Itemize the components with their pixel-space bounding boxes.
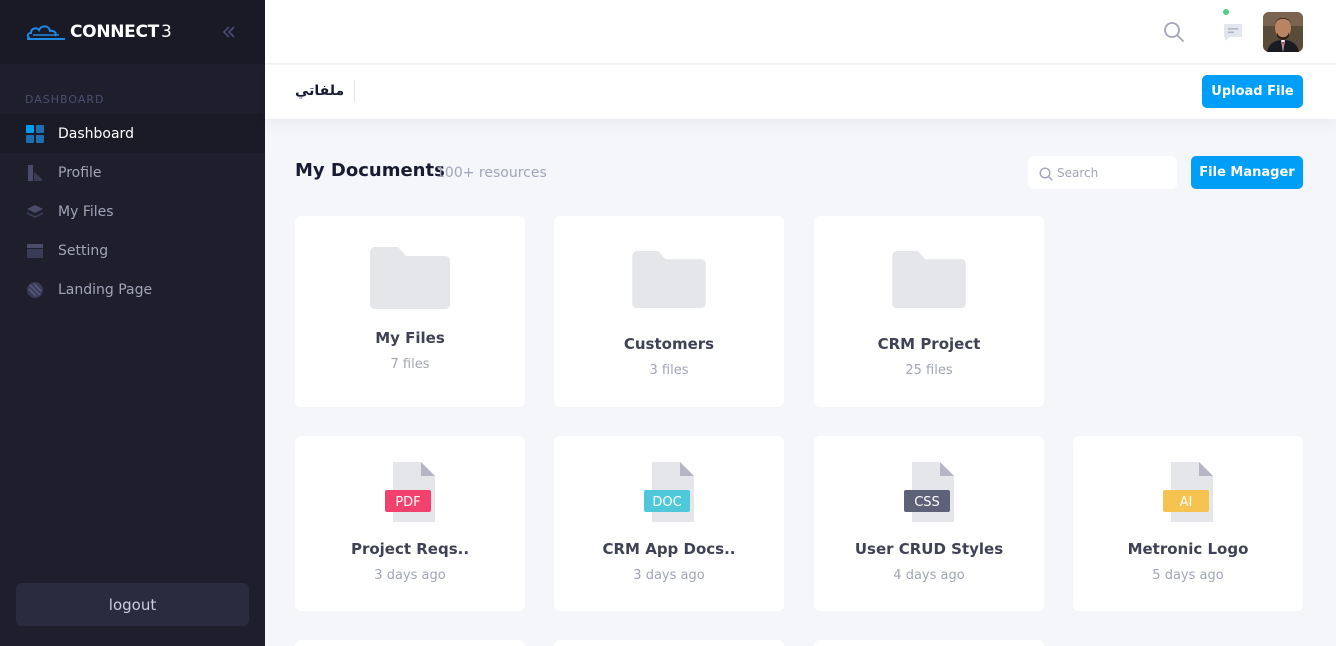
folder-icon <box>814 251 1044 308</box>
logout-button[interactable]: logout <box>16 583 249 626</box>
sidebar-item-label: Profile <box>58 164 102 181</box>
file-type-label: DOC <box>652 495 681 510</box>
sidebar-item-label: Setting <box>58 242 109 259</box>
documents-count: 100+ resources <box>436 165 547 181</box>
sidebar-item-label: Landing Page <box>58 281 153 298</box>
file-type-label: AI <box>1180 495 1193 510</box>
file-name: CRM App Docs.. <box>602 540 736 558</box>
file-time: 3 days ago <box>374 568 446 583</box>
brand-name[interactable]: CONNECT 3 <box>70 22 172 42</box>
folder-name: Customers <box>623 335 715 353</box>
folder-name: CRM Project <box>877 335 981 353</box>
file-name: User CRUD Styles <box>854 540 1004 558</box>
file-card[interactable]: AI Metronic Logo 5 days ago <box>1073 436 1303 611</box>
file-time: 5 days ago <box>1152 568 1224 583</box>
notification-dot <box>1223 9 1229 15</box>
sidebar-item-my-files[interactable]: My Files <box>0 192 265 231</box>
sidebar-menu: Dashboard Profile My Files Setting Landi… <box>0 114 265 309</box>
sidebar-item-profile[interactable]: Profile <box>0 153 265 192</box>
search-icon <box>1039 166 1053 185</box>
page-toolbar: ملفاتي Upload File <box>265 65 1336 119</box>
folder-card[interactable]: Customers 3 files <box>554 216 784 407</box>
search-box[interactable] <box>1028 156 1177 189</box>
folder-icon <box>554 251 784 308</box>
folder-count: 3 files <box>649 363 689 378</box>
avatar[interactable] <box>1263 12 1303 52</box>
profile-icon <box>26 164 44 182</box>
sidebar: CONNECT 3 DASHBOARD Dashboard Profile My… <box>0 0 265 646</box>
folder-card[interactable]: My Files 7 files <box>295 216 525 407</box>
file-card[interactable]: CSS User CRUD Styles 4 days ago <box>814 436 1044 611</box>
chat-icon[interactable] <box>1222 21 1244 43</box>
brand-version: 3 <box>160 22 172 42</box>
file-time: 3 days ago <box>633 568 705 583</box>
top-header <box>265 0 1336 64</box>
folder-name: My Files <box>375 329 445 347</box>
brand: CONNECT 3 <box>0 0 265 64</box>
grid-icon <box>26 124 44 143</box>
folder-card[interactable]: CRM Project 25 files <box>814 216 1044 407</box>
section-label: DASHBOARD <box>25 93 105 106</box>
sidebar-item-label: Dashboard <box>58 125 134 142</box>
file-card[interactable]: DOC CRM App Docs.. 3 days ago <box>554 436 784 611</box>
file-card[interactable] <box>814 640 1044 646</box>
ai-file-icon: AI <box>1073 462 1303 522</box>
layers-icon <box>26 203 44 221</box>
file-time: 4 days ago <box>893 568 965 583</box>
file-name: Project Reqs.. <box>350 540 470 558</box>
folder-count: 25 files <box>905 363 953 378</box>
folder-icon <box>295 247 525 309</box>
search-icon[interactable] <box>1163 21 1185 43</box>
file-manager-button[interactable]: File Manager <box>1191 156 1303 189</box>
globe-icon <box>26 281 44 299</box>
upload-file-button[interactable]: Upload File <box>1202 75 1303 108</box>
sidebar-item-dashboard[interactable]: Dashboard <box>0 114 265 153</box>
file-card[interactable]: PDF Project Reqs.. 3 days ago <box>295 436 525 611</box>
file-name: Metronic Logo <box>1127 540 1249 558</box>
pdf-file-icon: PDF <box>295 462 525 522</box>
window-icon <box>26 242 44 260</box>
folder-count: 7 files <box>390 357 430 372</box>
sidebar-item-setting[interactable]: Setting <box>0 231 265 270</box>
sidebar-item-label: My Files <box>58 203 114 220</box>
documents-title: My Documents <box>295 160 445 181</box>
search-input[interactable] <box>1057 156 1172 189</box>
file-type-label: CSS <box>914 495 940 510</box>
doc-file-icon: DOC <box>554 462 784 522</box>
css-file-icon: CSS <box>814 462 1044 522</box>
collapse-sidebar-icon[interactable] <box>219 22 239 42</box>
cloud-logo-icon[interactable] <box>26 22 66 42</box>
sidebar-item-landing-page[interactable]: Landing Page <box>0 270 265 309</box>
file-card[interactable] <box>554 640 784 646</box>
file-card[interactable] <box>295 640 525 646</box>
page-title: ملفاتي <box>295 80 356 102</box>
file-type-label: PDF <box>395 495 420 510</box>
